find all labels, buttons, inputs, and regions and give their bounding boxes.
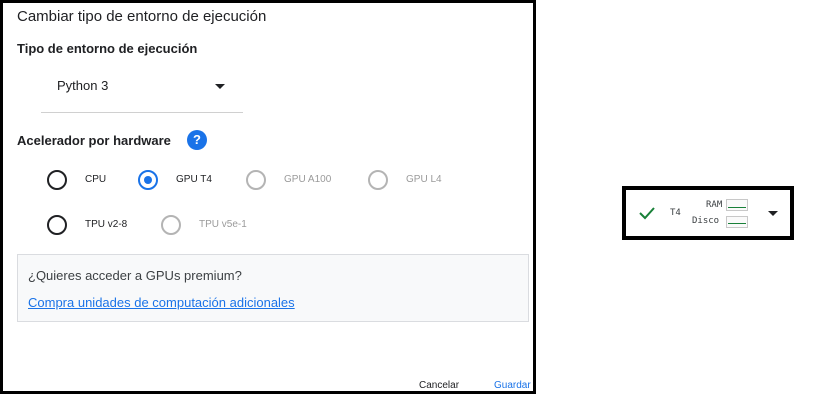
dialog-title: Cambiar tipo de entorno de ejecución [17,8,267,25]
chevron-down-icon [215,84,225,89]
radio-circle [161,215,181,235]
ram-label: RAM [706,200,723,210]
radio-circle [47,170,67,190]
help-icon[interactable]: ? [187,130,207,150]
resource-status-widget[interactable]: T4 RAM Disco [622,186,794,240]
check-icon [639,207,655,220]
change-runtime-dialog: Cambiar tipo de entorno de ejecución Tip… [0,0,536,394]
radio-label-gpu-a100: GPU A100 [284,174,332,185]
runtime-type-value: Python 3 [57,78,109,93]
chevron-down-icon[interactable] [768,211,778,216]
disk-usage-line [728,223,746,224]
radio-label-gpu-l4: GPU L4 [406,174,442,185]
ram-usage-gauge [726,199,748,211]
radio-circle [368,170,388,190]
gpu-label: T4 [670,208,681,218]
runtime-type-select[interactable]: Python 3 [41,70,243,113]
runtime-type-heading: Tipo de entorno de ejecución [17,41,198,56]
radio-label-gpu-t4: GPU T4 [176,174,212,185]
radio-label-tpu-v2-8: TPU v2-8 [85,219,128,230]
premium-gpu-banner: ¿Quieres acceder a GPUs premium? Compra … [17,254,529,322]
buy-compute-units-link[interactable]: Compra unidades de computación adicional… [28,295,295,310]
radio-circle [138,170,158,190]
radio-circle [47,215,67,235]
disk-usage-gauge [726,216,748,228]
disk-label: Disco [692,216,720,226]
save-button[interactable]: Guardar [494,380,531,391]
premium-question: ¿Quieres acceder a GPUs premium? [28,268,242,283]
ram-usage-line [728,207,746,208]
radio-circle [246,170,266,190]
hardware-accelerator-heading: Acelerador por hardware [17,133,171,148]
cancel-button[interactable]: Cancelar [419,380,459,391]
radio-label-cpu: CPU [85,174,107,185]
radio-label-tpu-v5e-1: TPU v5e-1 [199,219,247,230]
